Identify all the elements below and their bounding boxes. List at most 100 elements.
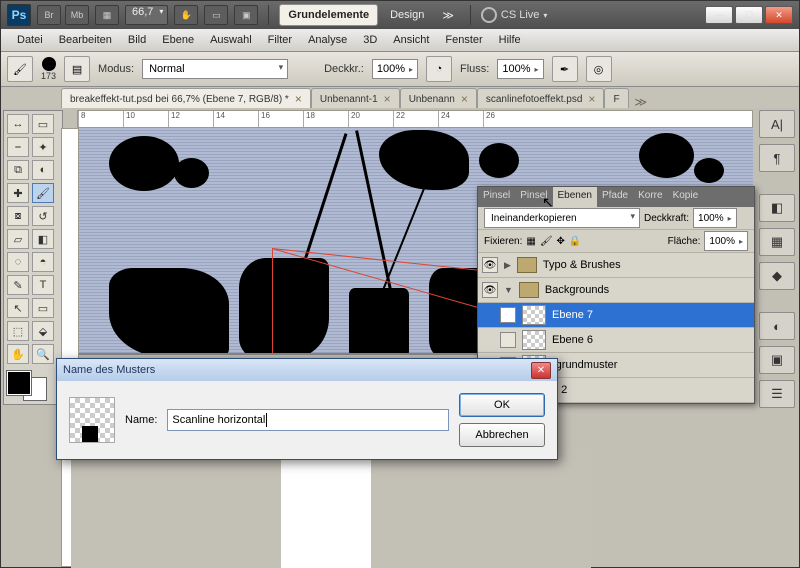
minibridge-icon[interactable]: Mb [65,5,89,25]
workspace-active[interactable]: Grundelemente [279,4,378,26]
pen-tool[interactable]: ✎ [7,275,29,295]
tab-close-icon[interactable]: × [461,92,468,106]
lock-paint-icon[interactable]: 🖌 [540,236,553,247]
workspace-other[interactable]: Design [384,9,430,21]
minimize-button[interactable]: — [705,6,733,24]
tab-close-icon[interactable]: × [384,92,391,106]
brush-tool[interactable]: 🖌 [32,183,54,203]
dock-masks-icon[interactable]: ▣ [759,346,795,374]
move-tool[interactable]: ↔ [7,114,29,134]
menu-hilfe[interactable]: Hilfe [491,34,529,46]
dock-swatches-icon[interactable]: ▦ [759,228,795,256]
panel-tab[interactable]: Pfade [597,187,633,207]
dodge-tool[interactable]: ◓ [32,252,54,272]
layer-opacity-input[interactable]: 100%▸ [693,208,737,228]
cancel-button[interactable]: Abbrechen [459,423,545,447]
marquee-tool[interactable]: ▭ [32,114,54,134]
blur-tool[interactable]: ◌ [7,252,29,272]
3d-tool[interactable]: ⬚ [7,321,29,341]
brush-panel-icon[interactable]: ▤ [64,56,90,82]
menu-filter[interactable]: Filter [260,34,300,46]
screenmode-icon[interactable]: ▣ [234,5,258,25]
3d-cam-tool[interactable]: ⬙ [32,321,54,341]
history-brush-tool[interactable]: ↺ [32,206,54,226]
menu-ebene[interactable]: Ebene [154,34,202,46]
menu-fenster[interactable]: Fenster [437,34,490,46]
dialog-close-icon[interactable]: ✕ [531,362,551,379]
close-button[interactable]: ✕ [765,6,793,24]
panel-tab[interactable]: Kopie [668,187,704,207]
panel-tab[interactable]: Pinsel [515,187,552,207]
zoom-tool[interactable]: 🔍 [32,344,54,364]
layer-row[interactable]: 👁Ebene 7 [478,303,754,328]
layer-group[interactable]: 👁▼Backgrounds [478,278,754,303]
eye-icon[interactable]: 👁 [482,257,498,273]
pattern-name-input[interactable]: Scanline horizontal [167,409,449,431]
menu-bild[interactable]: Bild [120,34,154,46]
fill-input[interactable]: 100%▸ [704,231,748,251]
type-tool[interactable]: T [32,275,54,295]
dock-layers-icon[interactable]: ☰ [759,380,795,408]
flow-input[interactable]: 100%▸ [497,59,543,79]
mode-select[interactable]: Normal [142,59,288,79]
eraser-tool[interactable]: ▱ [7,229,29,249]
menu-3d[interactable]: 3D [355,34,385,46]
doc-tab[interactable]: Unbenannt-1× [311,88,400,109]
doc-tab[interactable]: breakeffekt-tut.psd bei 66,7% (Ebene 7, … [61,88,311,109]
dock-paragraph-icon[interactable]: ¶ [759,144,795,172]
menu-bearbeiten[interactable]: Bearbeiten [51,34,120,46]
gradient-tool[interactable]: ◧ [32,229,54,249]
dock-color-icon[interactable]: ◧ [759,194,795,222]
shape-tool[interactable]: ▭ [32,298,54,318]
eye-icon[interactable]: 👁 [482,282,498,298]
eye-icon[interactable]: 👁 [500,307,516,323]
layer-row[interactable]: Ebene 6 [478,328,754,353]
menu-analyse[interactable]: Analyse [300,34,355,46]
opacity-input[interactable]: 100%▸ [372,59,418,79]
dock-type-icon[interactable]: A| [759,110,795,138]
wand-tool[interactable]: ✦ [32,137,54,157]
opacity-pressure-icon[interactable]: ◔ [426,56,452,82]
blend-mode-select[interactable]: Ineinanderkopieren [484,208,640,228]
lock-all-icon[interactable]: 🔒 [569,236,581,247]
doc-tab[interactable]: scanlinefotoeffekt.psd× [477,88,605,109]
ok-button[interactable]: OK [459,393,545,417]
panel-tab[interactable]: Pinsel [478,187,515,207]
panel-tab-active[interactable]: Ebenen [553,187,597,207]
arrange-icon[interactable]: ▭ [204,5,228,25]
tabs-more-icon[interactable]: ≫ [635,95,648,109]
hand-icon[interactable]: ✋ [174,5,198,25]
menu-auswahl[interactable]: Auswahl [202,34,260,46]
dock-adjust-icon[interactable]: ◐ [759,312,795,340]
menu-datei[interactable]: Datei [9,34,51,46]
eyedropper-tool[interactable]: ◐ [32,160,54,180]
heal-tool[interactable]: ✚ [7,183,29,203]
menu-ansicht[interactable]: Ansicht [385,34,437,46]
lasso-tool[interactable]: ⎯ [7,137,29,157]
crop-tool[interactable]: ⧉ [7,160,29,180]
zoom-select[interactable]: 66,7 [125,5,168,25]
hand-tool[interactable]: ✋ [7,344,29,364]
tab-close-icon[interactable]: × [295,92,302,106]
layer-group[interactable]: 👁▶Typo & Brushes [478,253,754,278]
dock-styles-icon[interactable]: ◆ [759,262,795,290]
path-tool[interactable]: ↖ [7,298,29,318]
workspace-more-icon[interactable]: ≫ [436,9,460,22]
cslive-button[interactable]: CS Live▾ [481,7,548,23]
eye-icon[interactable] [500,332,516,348]
tablet-pressure-icon[interactable]: ◎ [586,56,612,82]
airbrush-icon[interactable]: ✒ [552,56,578,82]
view-extras-icon[interactable]: ▦ [95,5,119,25]
tool-preset-icon[interactable]: 🖌 [7,56,33,82]
doc-tab[interactable]: Unbenann× [400,88,477,109]
maximize-button[interactable]: ☐ [735,6,763,24]
stamp-tool[interactable]: ⧇ [7,206,29,226]
panel-tab[interactable]: Korre [633,187,667,207]
tab-close-icon[interactable]: × [588,92,595,106]
lock-trans-icon[interactable]: ▦ [526,236,535,247]
lock-move-icon[interactable]: ✥ [557,236,565,247]
brush-preview[interactable]: 173 [41,57,56,81]
dialog-titlebar[interactable]: Name des Musters ✕ [57,359,557,381]
color-swatches[interactable] [7,371,47,401]
bridge-icon[interactable]: Br [37,5,61,25]
